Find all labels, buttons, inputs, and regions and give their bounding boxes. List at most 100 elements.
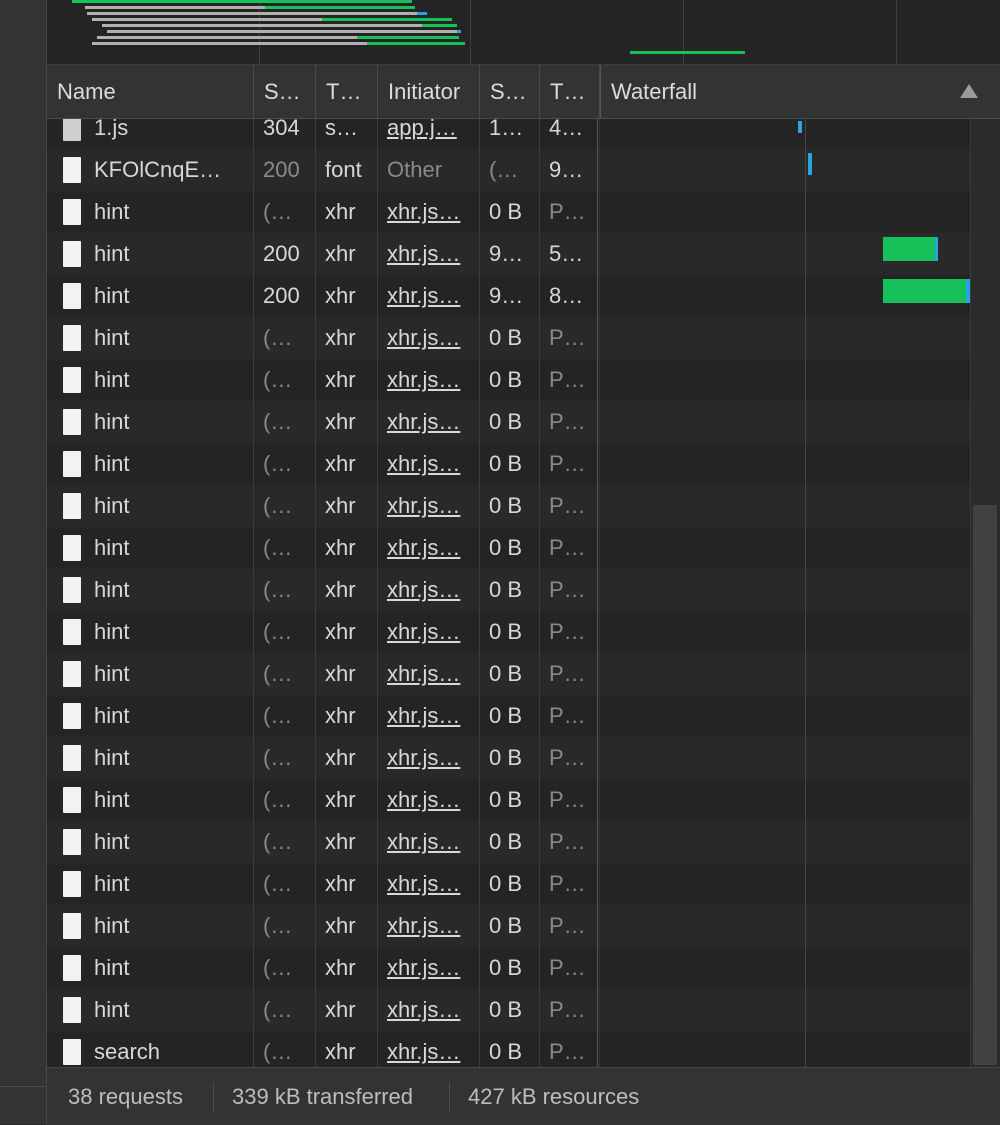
request-size: 0 B (489, 871, 523, 896)
table-row[interactable]: hint (… xhr xhr.js… 0 B P… (47, 989, 970, 1031)
overview-bar (457, 30, 461, 33)
request-initiator[interactable]: app.j… (378, 119, 480, 149)
table-row[interactable]: hint (… xhr xhr.js… 0 B P… (47, 737, 970, 779)
table-row[interactable]: hint (… xhr xhr.js… 0 B P… (47, 863, 970, 905)
request-type: xhr (325, 367, 356, 392)
request-initiator[interactable]: xhr.js… (378, 527, 480, 569)
request-type: xhr (325, 829, 356, 854)
request-initiator[interactable]: xhr.js… (378, 905, 480, 947)
request-initiator[interactable]: xhr.js… (378, 401, 480, 443)
request-initiator[interactable]: xhr.js… (378, 359, 480, 401)
request-time: 4… (549, 119, 584, 140)
request-initiator[interactable]: xhr.js… (378, 275, 480, 317)
resources-size: 427 kB resources (468, 1084, 640, 1109)
table-row[interactable]: KFOlCnqE… 200 font Other (… 9… (47, 149, 970, 191)
overview-bar (630, 51, 745, 54)
request-type: xhr (325, 409, 356, 434)
network-overview-timeline[interactable] (47, 0, 1000, 65)
column-header-status[interactable]: S… (254, 65, 316, 118)
request-initiator[interactable]: xhr.js… (378, 569, 480, 611)
request-time: P… (549, 829, 586, 854)
column-header-name[interactable]: Name (47, 65, 254, 118)
request-time: P… (549, 1039, 586, 1064)
request-time: P… (549, 661, 586, 686)
request-name: hint (94, 199, 130, 224)
request-list[interactable]: 1.js 304 s… app.j… 1… 4… KFOlCnqE… 200 font Other… (47, 119, 970, 1067)
table-row[interactable]: hint (… xhr xhr.js… 0 B P… (47, 653, 970, 695)
request-size: 1… (489, 119, 524, 140)
request-type: xhr (325, 577, 356, 602)
request-type: xhr (325, 241, 356, 266)
request-initiator[interactable]: xhr.js… (378, 1031, 480, 1067)
table-row[interactable]: hint (… xhr xhr.js… 0 B P… (47, 527, 970, 569)
request-status: (… (263, 619, 293, 644)
table-row[interactable]: hint (… xhr xhr.js… 0 B P… (47, 359, 970, 401)
request-type: xhr (325, 619, 356, 644)
table-row[interactable]: hint (… xhr xhr.js… 0 B P… (47, 695, 970, 737)
vertical-scrollbar[interactable] (970, 119, 1000, 1067)
request-type: xhr (325, 745, 356, 770)
table-row[interactable]: hint (… xhr xhr.js… 0 B P… (47, 569, 970, 611)
request-initiator[interactable]: xhr.js… (378, 191, 480, 233)
scrollbar-thumb[interactable] (973, 505, 997, 1065)
table-row[interactable]: hint (… xhr xhr.js… 0 B P… (47, 947, 970, 989)
request-status: (… (263, 661, 293, 686)
column-header-type[interactable]: T… (316, 65, 378, 118)
request-initiator[interactable]: xhr.js… (378, 443, 480, 485)
request-time: P… (549, 367, 586, 392)
request-status: (… (263, 913, 293, 938)
overview-bar (367, 42, 465, 45)
request-initiator[interactable]: Other (378, 149, 480, 191)
request-initiator[interactable]: xhr.js… (378, 317, 480, 359)
table-row[interactable]: hint (… xhr xhr.js… 0 B P… (47, 779, 970, 821)
request-initiator[interactable]: xhr.js… (378, 737, 480, 779)
request-initiator[interactable]: xhr.js… (378, 695, 480, 737)
table-row[interactable]: hint (… xhr xhr.js… 0 B P… (47, 821, 970, 863)
column-header-time[interactable]: T… (540, 65, 600, 118)
request-initiator[interactable]: xhr.js… (378, 863, 480, 905)
table-row[interactable]: hint 200 xhr xhr.js… 9… 8… (47, 275, 970, 317)
table-row[interactable]: hint (… xhr xhr.js… 0 B P… (47, 611, 970, 653)
table-row[interactable]: hint 200 xhr xhr.js… 9… 5… (47, 233, 970, 275)
table-row[interactable]: hint (… xhr xhr.js… 0 B P… (47, 485, 970, 527)
table-row[interactable]: 1.js 304 s… app.j… 1… 4… (47, 119, 970, 149)
column-header-waterfall[interactable]: Waterfall (600, 65, 1000, 118)
request-size: 0 B (489, 1039, 523, 1064)
column-header-initiator[interactable]: Initiator (378, 65, 480, 118)
request-name: hint (94, 367, 130, 392)
request-size: 0 B (489, 493, 523, 518)
request-status: (… (263, 493, 293, 518)
request-name: search (94, 1039, 161, 1064)
table-row[interactable]: hint (… xhr xhr.js… 0 B P… (47, 191, 970, 233)
table-row[interactable]: hint (… xhr xhr.js… 0 B P… (47, 401, 970, 443)
request-initiator[interactable]: xhr.js… (378, 653, 480, 695)
table-row[interactable]: hint (… xhr xhr.js… 0 B P… (47, 443, 970, 485)
request-size: 0 B (489, 619, 523, 644)
request-status: 200 (263, 283, 300, 308)
request-status: (… (263, 745, 293, 770)
request-initiator[interactable]: xhr.js… (378, 233, 480, 275)
column-header-size[interactable]: S… (480, 65, 540, 118)
request-name: hint (94, 913, 130, 938)
table-row[interactable]: search (… xhr xhr.js… 0 B P… (47, 1031, 970, 1067)
sort-ascending-icon[interactable] (960, 84, 978, 98)
waterfall-bar (798, 121, 802, 133)
request-type: xhr (325, 535, 356, 560)
request-initiator[interactable]: xhr.js… (378, 611, 480, 653)
request-initiator[interactable]: xhr.js… (378, 989, 480, 1031)
request-size: 0 B (489, 745, 523, 770)
request-initiator[interactable]: xhr.js… (378, 485, 480, 527)
request-initiator[interactable]: xhr.js… (378, 821, 480, 863)
request-status: 304 (263, 119, 300, 140)
request-initiator[interactable]: xhr.js… (378, 947, 480, 989)
overview-bar (87, 12, 417, 15)
request-name: hint (94, 241, 130, 266)
table-row[interactable]: hint (… xhr xhr.js… 0 B P… (47, 317, 970, 359)
request-initiator[interactable]: xhr.js… (378, 779, 480, 821)
request-type: xhr (325, 493, 356, 518)
request-name: hint (94, 787, 130, 812)
request-type: xhr (325, 325, 356, 350)
request-time: P… (549, 409, 586, 434)
table-row[interactable]: hint (… xhr xhr.js… 0 B P… (47, 905, 970, 947)
overview-bar (85, 6, 265, 9)
